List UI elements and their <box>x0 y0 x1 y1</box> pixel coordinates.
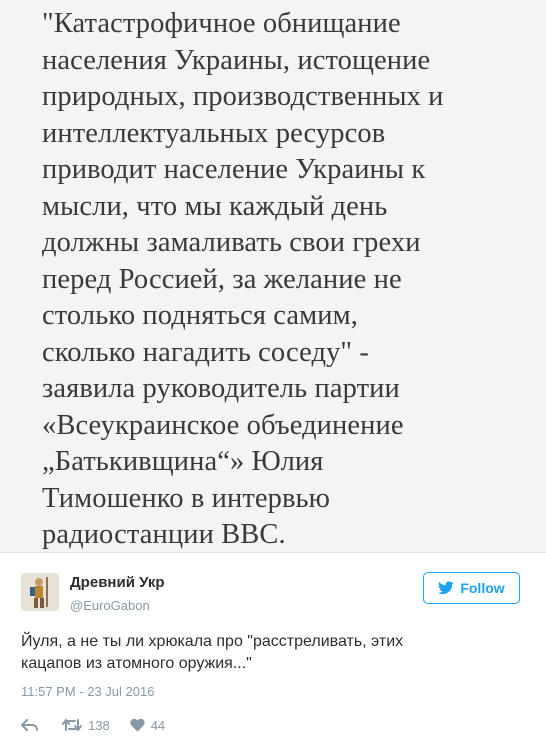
like-count: 44 <box>150 717 166 733</box>
author-handle[interactable]: @EuroGabon <box>70 598 150 613</box>
like-button[interactable]: 44 <box>130 718 165 733</box>
twitter-bird-icon <box>438 581 455 595</box>
tweet-actions: 138 44 <box>21 715 165 735</box>
author-name[interactable]: Древний Укр <box>70 574 165 591</box>
retweet-button[interactable]: 138 <box>62 718 110 733</box>
avatar-figure-icon <box>21 573 59 611</box>
reply-button[interactable] <box>21 718 38 732</box>
heart-icon <box>130 718 145 732</box>
tweet-timestamp[interactable]: 11:57 PM - 23 Jul 2016 <box>21 684 154 699</box>
follow-button[interactable]: Follow <box>423 572 520 604</box>
avatar[interactable] <box>21 573 59 611</box>
tweet-text: Йуля, а не ты ли хрюкала про "расстрелив… <box>21 633 404 672</box>
retweet-icon <box>62 719 82 731</box>
quoted-image: "Катастрофичное обнищание населения Укра… <box>0 0 546 553</box>
follow-label: Follow <box>460 580 505 596</box>
retweet-count: 138 <box>88 717 110 733</box>
reply-icon <box>21 719 38 731</box>
quote-text: "Катастрофичное обнищание населения Укра… <box>42 8 444 550</box>
tweet-card: Древний Укр @EuroGabon Follow Йуля, а не… <box>0 553 546 751</box>
